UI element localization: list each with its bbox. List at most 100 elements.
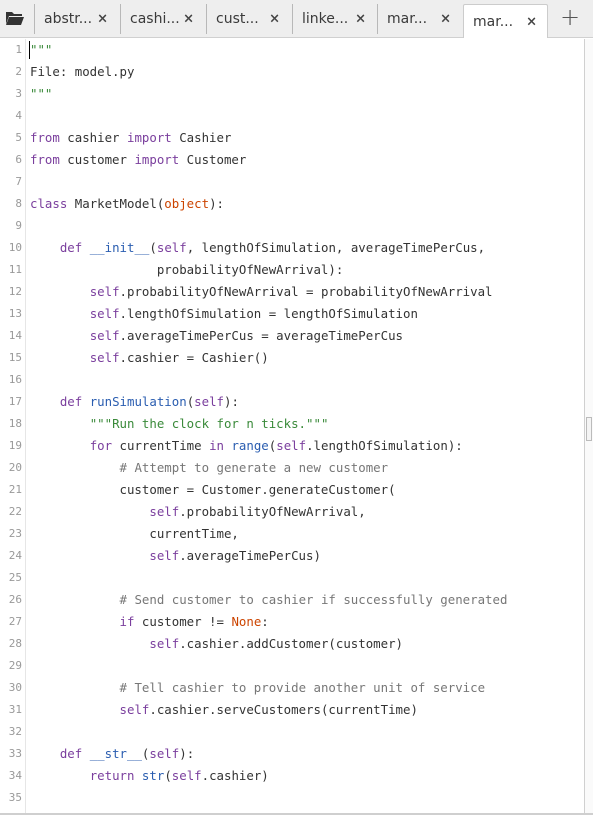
line-number: 25	[8, 571, 22, 584]
code-line-text: customer = Customer.generateCustomer(	[30, 482, 396, 497]
code-line[interactable]: # Send customer to cashier if successful…	[26, 589, 585, 611]
line-number: 5	[15, 131, 22, 144]
code-line-text: # Send customer to cashier if successful…	[119, 592, 508, 607]
line-number: 3	[15, 87, 22, 100]
code-line[interactable]	[26, 655, 585, 677]
code-line[interactable]: customer = Customer.generateCustomer(	[26, 479, 585, 501]
code-line[interactable]: def __init__(self, lengthOfSimulation, a…	[26, 237, 585, 259]
line-number: 12	[8, 285, 22, 298]
code-line[interactable]: self.lengthOfSimulation = lengthOfSimula…	[26, 303, 585, 325]
code-line[interactable]: probabilityOfNewArrival):	[26, 259, 585, 281]
line-number: 9	[15, 219, 22, 232]
tab-linked[interactable]: linke... ×	[292, 4, 376, 34]
code-line-text: probabilityOfNewArrival):	[30, 262, 344, 277]
scrollbar-marker[interactable]	[586, 417, 592, 441]
code-line[interactable]: return str(self.cashier)	[26, 765, 585, 787]
code-line[interactable]: self.averageTimePerCus)	[26, 545, 585, 567]
code-line[interactable]: def runSimulation(self):	[26, 391, 585, 413]
close-icon[interactable]: ×	[526, 15, 537, 28]
line-number-gutter: 1 2 3 4 5 6 7 8 9 10 11 12 13 14 15 16 17 18 19 20 21 22 23 24 2…	[0, 39, 26, 815]
code-line[interactable]: def __str__(self):	[26, 743, 585, 765]
line-number: 2	[15, 65, 22, 78]
close-icon[interactable]: ×	[269, 13, 280, 26]
close-icon[interactable]: ×	[183, 13, 194, 26]
tab-label: mar...	[473, 13, 514, 30]
code-line[interactable]: self.probabilityOfNewArrival,	[26, 501, 585, 523]
scrollbar[interactable]	[584, 39, 593, 815]
line-number: 13	[8, 307, 22, 320]
code-line[interactable]: self.cashier.serveCustomers(currentTime)	[26, 699, 585, 721]
code-line[interactable]	[26, 171, 585, 193]
line-number: 30	[8, 681, 22, 694]
new-tab-button[interactable]: +	[555, 2, 585, 32]
code-line-text: # Tell cashier to provide another unit o…	[119, 680, 486, 695]
code-area[interactable]: """ File: model.py """ from cashier import …	[26, 39, 585, 815]
code-line[interactable]: # Tell cashier to provide another unit o…	[26, 677, 585, 699]
line-number: 35	[8, 791, 22, 804]
line-number: 34	[8, 769, 22, 782]
tab-customer[interactable]: cust... ×	[206, 4, 290, 34]
tab-cashier[interactable]: cashi... ×	[120, 4, 204, 34]
code-line[interactable]: # Attempt to generate a new customer	[26, 457, 585, 479]
code-line[interactable]: from customer import Customer	[26, 149, 585, 171]
code-line[interactable]: currentTime,	[26, 523, 585, 545]
line-number: 19	[8, 439, 22, 452]
code-line-text: self.cashier = Cashier()	[89, 350, 269, 365]
code-line[interactable]: """Run the clock for n ticks."""	[26, 413, 585, 435]
code-line[interactable]: self.probabilityOfNewArrival = probabili…	[26, 281, 585, 303]
plus-icon: +	[559, 3, 581, 31]
code-line-text: from customer import Customer	[30, 152, 247, 167]
code-line-text: for currentTime in range(self.lengthOfSi…	[89, 438, 463, 453]
code-line[interactable]: self.averageTimePerCus = averageTimePerC…	[26, 325, 585, 347]
code-line-text: class MarketModel(object):	[30, 196, 224, 211]
line-number: 17	[8, 395, 22, 408]
code-editor[interactable]: 1 2 3 4 5 6 7 8 9 10 11 12 13 14 15 16 17 18 19 20 21 22 23 24 2…	[0, 39, 593, 815]
line-number: 23	[8, 527, 22, 540]
code-line-text: """	[30, 42, 53, 57]
code-line[interactable]	[26, 567, 585, 589]
code-line-text: return str(self.cashier)	[89, 768, 269, 783]
code-line[interactable]	[26, 215, 585, 237]
line-number: 1	[15, 43, 22, 56]
line-number: 4	[15, 109, 22, 122]
line-number: 16	[8, 373, 22, 386]
tab-label: cashi...	[130, 11, 180, 27]
line-number: 20	[8, 461, 22, 474]
code-line[interactable]: self.cashier.addCustomer(customer)	[26, 633, 585, 655]
line-number: 10	[8, 241, 22, 254]
code-line-text: """Run the clock for n ticks."""	[89, 416, 329, 431]
code-line[interactable]	[26, 721, 585, 743]
tab-market[interactable]: mar... ×	[377, 4, 461, 34]
close-icon[interactable]: ×	[440, 13, 451, 26]
code-line-text: File: model.py	[30, 64, 135, 79]
close-icon[interactable]: ×	[97, 13, 108, 26]
tab-label: linke...	[302, 11, 349, 27]
tab-label: cust...	[216, 11, 259, 27]
code-line-text: """	[30, 86, 53, 101]
code-line[interactable]: """	[26, 83, 585, 105]
line-number: 28	[8, 637, 22, 650]
code-line-text: def __init__(self, lengthOfSimulation, a…	[59, 240, 486, 255]
code-line[interactable]: from cashier import Cashier	[26, 127, 585, 149]
code-line[interactable]: self.cashier = Cashier()	[26, 347, 585, 369]
code-line[interactable]	[26, 787, 585, 809]
code-line-text: self.averageTimePerCus)	[149, 548, 321, 563]
line-number: 6	[15, 153, 22, 166]
code-line[interactable]: class MarketModel(object):	[26, 193, 585, 215]
code-line[interactable]	[26, 369, 585, 391]
code-line[interactable]: for currentTime in range(self.lengthOfSi…	[26, 435, 585, 457]
code-line-text: self.probabilityOfNewArrival = probabili…	[89, 284, 493, 299]
folder-open-icon[interactable]	[0, 4, 30, 32]
code-line[interactable]: if customer != None:	[26, 611, 585, 633]
line-number: 11	[8, 263, 22, 276]
line-number: 18	[8, 417, 22, 430]
tab-model-active[interactable]: mar... ×	[463, 4, 548, 38]
close-icon[interactable]: ×	[355, 13, 366, 26]
tab-abstract[interactable]: abstr... ×	[34, 4, 118, 34]
code-line-text: self.lengthOfSimulation = lengthOfSimula…	[89, 306, 418, 321]
tab-label: abstr...	[44, 11, 93, 27]
code-line[interactable]: File: model.py	[26, 61, 585, 83]
line-number: 24	[8, 549, 22, 562]
code-line[interactable]: """	[26, 39, 585, 61]
code-line[interactable]	[26, 105, 585, 127]
